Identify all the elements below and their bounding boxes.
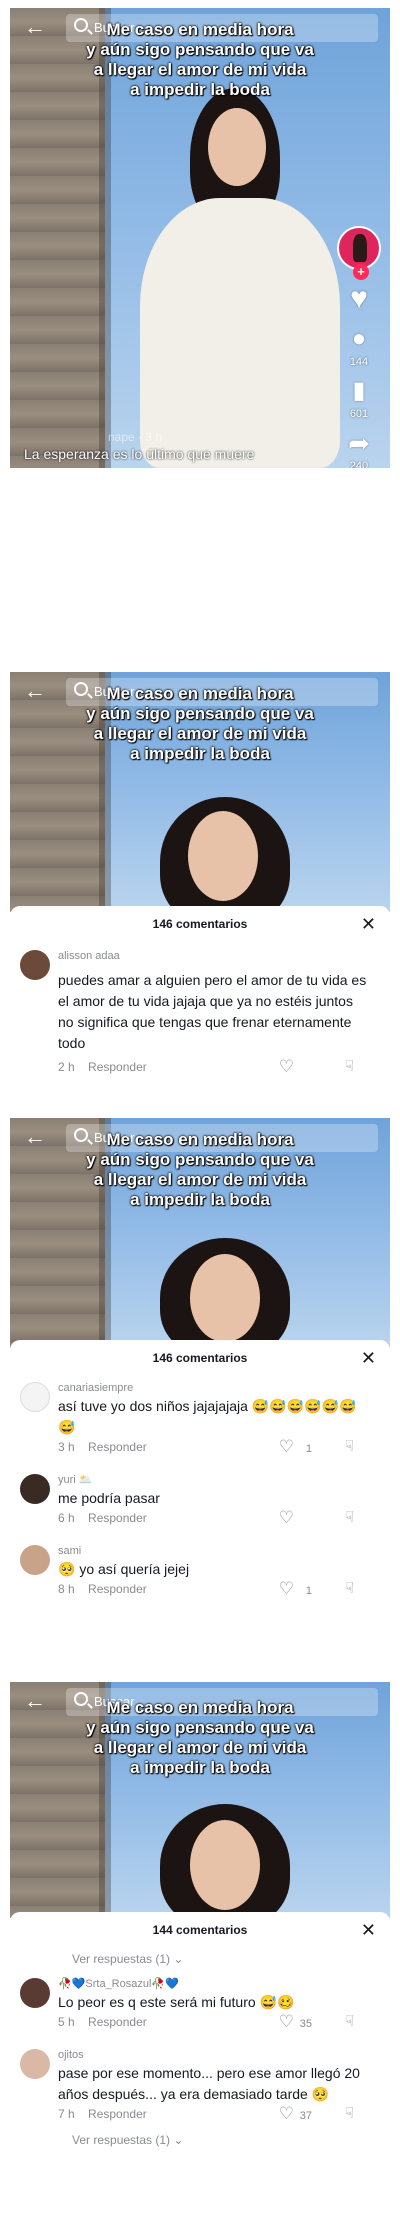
comment-item: yuri 🌥️ me podría pasar 6 h Responder ♡ … <box>10 1472 390 1529</box>
comment-username[interactable]: alisson adaa <box>58 948 370 964</box>
comment-text: pase por ese momento... pero ese amor ll… <box>58 2065 360 2102</box>
comment-time: 5 h <box>58 2015 75 2029</box>
comment-item: alisson adaa puedes amar a alguien pero … <box>10 948 390 1078</box>
avatar[interactable] <box>20 2049 50 2079</box>
comment-time: 7 h <box>58 2107 75 2121</box>
chevron-down-icon: ⌄ <box>173 2133 184 2147</box>
comment-icon[interactable]: ● <box>336 322 382 356</box>
close-icon[interactable]: ✕ <box>361 906 376 942</box>
avatar[interactable] <box>20 1474 50 1504</box>
comments-title: 146 comentarios <box>152 1351 248 1365</box>
comment-username[interactable]: canariasiempre <box>58 1380 370 1396</box>
comment-text: Lo peor es q este será mi futuro 😅🥴 <box>58 1994 295 2010</box>
comment-item: ojitos pase por ese momento... pero ese … <box>10 2047 390 2125</box>
creator-avatar[interactable]: + <box>337 226 381 280</box>
video-caption: Me caso en media hora y aún sigo pensand… <box>86 1698 314 1777</box>
comment-item: 🥀💙Srta_Rosazul🥀💙 Lo peor es q este será … <box>10 1976 390 2033</box>
save-count: 601 <box>349 408 369 420</box>
video-player-2[interactable]: ← Buscar Me caso en media hora y aún sig… <box>10 672 390 912</box>
like-count: 1 <box>305 1585 312 1597</box>
video-caption: Me caso en media hora y aún sigo pensand… <box>86 684 314 763</box>
reply-button[interactable]: Responder <box>88 1440 147 1454</box>
heart-icon[interactable]: ♥ <box>336 282 382 316</box>
creator-username[interactable]: nape · 3 h <box>108 430 162 444</box>
view-replies-link[interactable]: Ver respuestas (1) ⌄ <box>10 2129 390 2151</box>
comment-text: así tuve yo dos niños jajajajaja 😅😅😅😅😅😅😅 <box>58 1398 357 1435</box>
video-description: La esperanza es lo último que muere <box>24 446 255 462</box>
follow-plus-icon[interactable]: + <box>353 264 369 280</box>
bride-figure <box>120 797 360 912</box>
video-player-3[interactable]: ← Buscar Me caso en media hora y aún sig… <box>10 1118 390 1348</box>
like-count: 1 <box>305 1443 312 1455</box>
comment-count: 144 <box>349 356 369 368</box>
comment-item: sami 🥺 yo así quería jejej 8 h Responder… <box>10 1543 390 1600</box>
like-count: 37 <box>299 2110 312 2122</box>
dislike-icon[interactable]: ☟ <box>345 1580 354 1598</box>
heart-icon[interactable]: ♡ <box>279 2105 294 2123</box>
comment-time: 6 h <box>58 1511 75 1525</box>
heart-icon[interactable]: ♡ <box>279 1580 294 1598</box>
comment-time: 2 h <box>58 1060 75 1074</box>
close-icon[interactable]: ✕ <box>361 1912 376 1948</box>
dislike-icon[interactable]: ☟ <box>345 1438 354 1456</box>
reply-button[interactable]: Responder <box>88 1060 147 1074</box>
action-rail: + ♥ ● 144 ▮ 601 ➦ 240 <box>336 226 382 468</box>
reply-button[interactable]: Responder <box>88 2107 147 2121</box>
avatar[interactable] <box>20 1978 50 2008</box>
heart-icon[interactable]: ♡ <box>279 1058 294 1076</box>
comments-sheet-3: 144 comentarios ✕ Ver respuestas (1) ⌄ 🥀… <box>10 1912 390 2222</box>
comment-text: 🥺 yo así quería jejej <box>58 1561 190 1577</box>
comment-time: 8 h <box>58 1582 75 1596</box>
close-icon[interactable]: ✕ <box>361 1340 376 1376</box>
comment-username[interactable]: 🥀💙Srta_Rosazul🥀💙 <box>58 1976 370 1992</box>
reply-button[interactable]: Responder <box>88 1582 147 1596</box>
video-player-1[interactable]: ← Buscar Me caso en media hora y aún sig… <box>10 8 390 468</box>
comment-text: me podría pasar <box>58 1490 160 1506</box>
comments-sheet-2: 146 comentarios ✕ canariasiempre así tuv… <box>10 1340 390 1676</box>
chevron-down-icon: ⌄ <box>173 1952 184 1966</box>
bride-figure <box>120 88 360 468</box>
comment-text: puedes amar a alguien pero el amor de tu… <box>58 972 367 1051</box>
video-caption: Me caso en media hora y aún sigo pensand… <box>86 1130 314 1209</box>
bookmark-icon[interactable]: ▮ <box>336 374 382 408</box>
dislike-icon[interactable]: ☟ <box>345 2105 354 2123</box>
comments-sheet-1: 146 comentarios ✕ alisson adaa puedes am… <box>10 906 390 1116</box>
comments-title: 146 comentarios <box>152 917 248 931</box>
reply-button[interactable]: Responder <box>88 1511 147 1525</box>
dislike-icon[interactable]: ☟ <box>345 1509 354 1527</box>
comment-username[interactable]: yuri 🌥️ <box>58 1472 370 1488</box>
video-caption: Me caso en media hora y aún sigo pensand… <box>86 20 314 99</box>
comment-time: 3 h <box>58 1440 75 1454</box>
view-replies-link[interactable]: Ver respuestas (1) ⌄ <box>10 1948 390 1970</box>
dislike-icon[interactable]: ☟ <box>345 2013 354 2031</box>
share-count: 240 <box>349 460 369 468</box>
bride-figure <box>120 1804 360 1918</box>
dislike-icon[interactable]: ☟ <box>345 1058 354 1076</box>
comment-username[interactable]: sami <box>58 1543 370 1559</box>
reply-button[interactable]: Responder <box>88 2015 147 2029</box>
heart-icon[interactable]: ♡ <box>279 1509 294 1527</box>
share-icon[interactable]: ➦ <box>336 426 382 460</box>
video-player-4[interactable]: ← Buscar Me caso en media hora y aún sig… <box>10 1682 390 1918</box>
like-count: 35 <box>299 2018 312 2030</box>
avatar[interactable] <box>20 950 50 980</box>
bride-figure <box>120 1238 360 1348</box>
comments-title: 144 comentarios <box>152 1923 248 1937</box>
avatar[interactable] <box>20 1545 50 1575</box>
heart-icon[interactable]: ♡ <box>279 2013 294 2031</box>
heart-icon[interactable]: ♡ <box>279 1438 294 1456</box>
avatar[interactable] <box>20 1382 50 1412</box>
comment-item: canariasiempre así tuve yo dos niños jaj… <box>10 1380 390 1458</box>
comment-username[interactable]: ojitos <box>58 2047 370 2063</box>
